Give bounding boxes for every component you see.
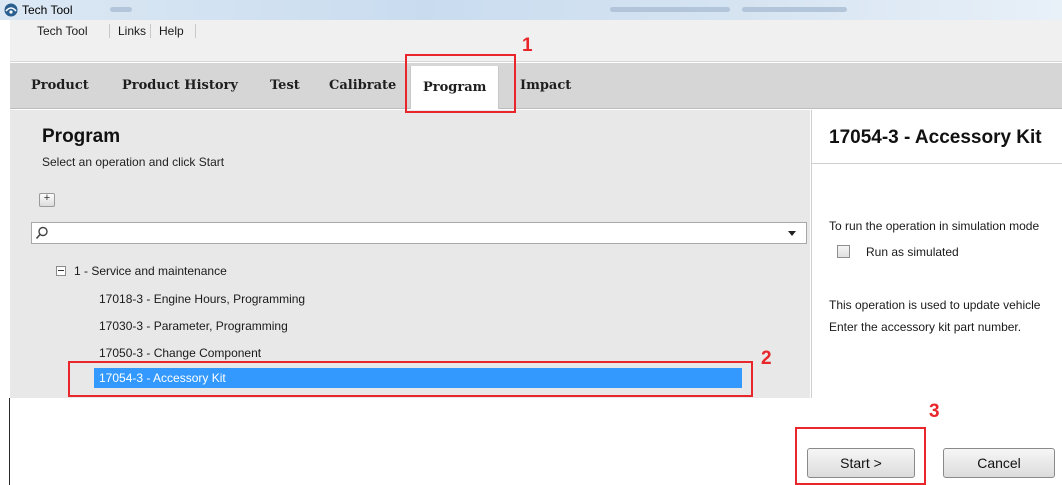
menu-item-tech-tool[interactable]: Tech Tool — [31, 22, 93, 40]
operation-title: 17054-3 - Accessory Kit — [829, 127, 1042, 148]
panel-subtitle: Select an operation and click Start — [42, 155, 225, 169]
expand-all-button[interactable]: + — [39, 192, 55, 207]
search-input[interactable] — [31, 222, 807, 244]
annotation-box-start-button — [795, 427, 926, 485]
search-icon — [35, 226, 48, 240]
divider — [812, 163, 1062, 164]
run-simulated-label: Run as simulated — [866, 245, 959, 259]
menu-separator — [195, 24, 196, 38]
simulation-text: To run the operation in simulation mode — [829, 219, 1040, 233]
annotation-number: 3 — [929, 401, 940, 422]
title-bar-blur — [742, 7, 847, 12]
title-bar-blur — [110, 7, 132, 12]
tree-item[interactable]: 17030-3 - Parameter, Programming — [99, 316, 288, 336]
window-edge — [9, 398, 10, 485]
tree-collapse-icon[interactable] — [56, 266, 66, 276]
window-title: Tech Tool — [22, 3, 73, 17]
panel-title: Program — [42, 126, 121, 147]
operation-instruction: Enter the accessory kit part number. — [829, 320, 1022, 334]
title-bar-blur — [610, 7, 730, 12]
run-simulated-checkbox[interactable] — [837, 245, 850, 258]
menu-item-help[interactable]: Help — [153, 22, 190, 40]
annotation-number: 1 — [522, 35, 533, 56]
tech-tool-window: Tech Tool Tech Tool Links Help Product P… — [0, 0, 1062, 485]
menu-separator — [150, 24, 151, 38]
app-logo-icon — [4, 3, 18, 17]
annotation-number: 2 — [761, 348, 772, 369]
annotation-box-accessory-kit — [68, 361, 753, 397]
menu-item-links[interactable]: Links — [112, 22, 152, 40]
tree-item[interactable]: 17050-3 - Change Component — [99, 343, 261, 363]
menu-separator — [109, 24, 110, 38]
tab-product[interactable]: Product — [31, 75, 89, 97]
tree-item[interactable]: 17018-3 - Engine Hours, Programming — [99, 289, 305, 309]
tree-group-service-maintenance[interactable]: 1 - Service and maintenance — [74, 264, 227, 278]
title-bar: Tech Tool — [0, 0, 1062, 20]
annotation-box-program-tab — [405, 54, 516, 113]
tab-impact[interactable]: Impact — [520, 75, 571, 97]
cancel-button[interactable]: Cancel — [943, 448, 1055, 478]
tab-product-history[interactable]: Product History — [122, 75, 238, 97]
dropdown-arrow-icon[interactable] — [786, 227, 798, 239]
operation-description: This operation is used to update vehicle — [829, 298, 1041, 312]
tab-calibrate[interactable]: Calibrate — [329, 75, 396, 97]
expand-all-icon: + — [43, 192, 51, 204]
tab-test[interactable]: Test — [270, 75, 300, 97]
